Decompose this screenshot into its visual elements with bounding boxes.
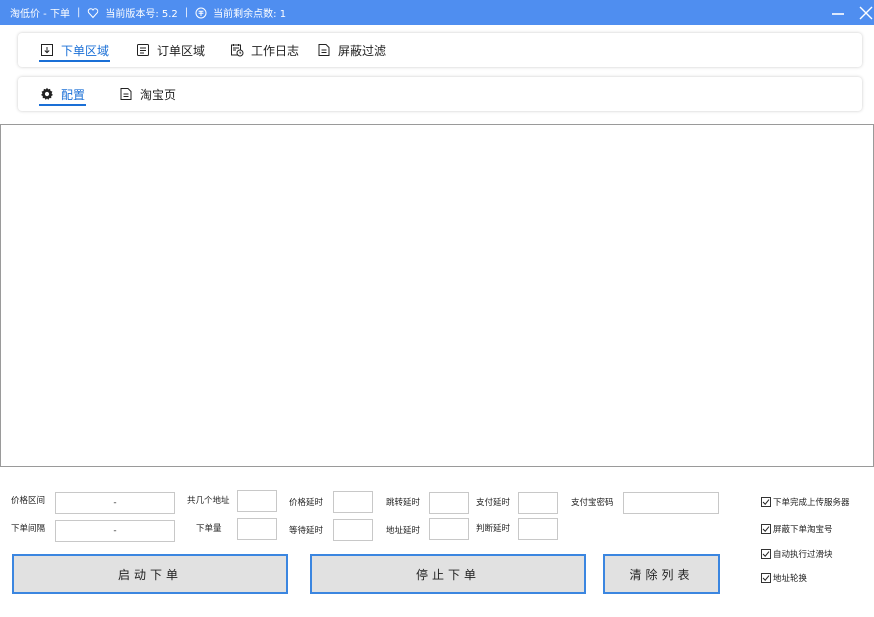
- wait-delay-input[interactable]: [333, 519, 373, 541]
- checkbox-box[interactable]: [761, 497, 771, 507]
- tab-label: 淘宝页: [140, 87, 177, 102]
- checkbox-label: 地址轮换: [773, 574, 808, 584]
- price-delay-label: 价格延时: [289, 498, 324, 508]
- address-rotation-checkbox[interactable]: 地址轮换: [761, 572, 807, 584]
- check-icon: [762, 575, 770, 581]
- address-count-label: 共几个地址: [187, 496, 230, 506]
- check-icon: [762, 551, 770, 557]
- order-interval-label: 下单间隔: [11, 524, 46, 534]
- wait-delay-label: 等待延时: [289, 526, 324, 536]
- download-file-icon: [40, 43, 54, 57]
- tab-taobao-page[interactable]: 淘宝页: [119, 77, 176, 111]
- gear-icon: [40, 87, 54, 101]
- main-nav: 下单区域 订单区域 工作日志 屏蔽过滤: [18, 33, 862, 67]
- checkbox-box[interactable]: [761, 549, 771, 559]
- upload-server-checkbox[interactable]: 下单完成上传服务器: [761, 496, 850, 508]
- stop-order-button[interactable]: 停止下单: [310, 554, 586, 594]
- order-log-list[interactable]: [0, 124, 874, 467]
- address-delay-label: 地址延时: [386, 526, 421, 536]
- jump-delay-input[interactable]: [429, 492, 469, 514]
- judge-delay-input[interactable]: [518, 518, 558, 540]
- order-qty-label: 下单量: [196, 524, 222, 534]
- jump-delay-label: 跳转延时: [386, 498, 421, 508]
- close-icon: [859, 6, 873, 19]
- tab-label: 屏蔽过滤: [338, 43, 387, 58]
- block-taobao-account-checkbox[interactable]: 屏蔽下单淘宝号: [761, 523, 833, 535]
- pay-delay-input[interactable]: [518, 492, 558, 514]
- document-icon: [317, 43, 331, 57]
- title-bar: 淘低价 - 下单 | 当前版本号: 5.2 | 当前剩余点数: 1: [0, 0, 874, 25]
- sub-nav: 配置 淘宝页: [18, 77, 862, 111]
- title-separator: |: [76, 7, 81, 18]
- tab-work-log[interactable]: 工作日志: [230, 33, 299, 67]
- heart-icon: [87, 7, 99, 19]
- app-window: 淘低价 - 下单 | 当前版本号: 5.2 | 当前剩余点数: 1 下单区域 订…: [0, 0, 874, 617]
- order-qty-input[interactable]: [237, 518, 277, 540]
- checkbox-label: 自动执行过滑块: [773, 550, 833, 560]
- app-title: 淘低价 - 下单: [10, 9, 70, 20]
- points-label: 当前剩余点数: 1: [213, 9, 287, 20]
- check-icon: [762, 526, 770, 532]
- address-delay-input[interactable]: [429, 518, 469, 540]
- price-range-input[interactable]: -: [55, 492, 175, 514]
- minimize-button[interactable]: [826, 0, 850, 25]
- price-delay-input[interactable]: [333, 491, 373, 513]
- alipay-password-label: 支付宝密码: [571, 498, 614, 508]
- start-order-button[interactable]: 启动下单: [12, 554, 288, 594]
- judge-delay-label: 判断延时: [476, 524, 511, 534]
- tab-label: 订单区域: [157, 43, 206, 58]
- tab-label: 工作日志: [251, 43, 300, 58]
- close-button[interactable]: [854, 0, 874, 25]
- check-icon: [762, 499, 770, 505]
- title-separator-2: |: [184, 7, 189, 18]
- tab-orders[interactable]: 订单区域: [136, 33, 205, 67]
- checkbox-label: 屏蔽下单淘宝号: [773, 525, 833, 535]
- auto-slider-checkbox[interactable]: 自动执行过滑块: [761, 548, 833, 560]
- price-range-label: 价格区间: [11, 496, 46, 506]
- checkbox-box[interactable]: [761, 524, 771, 534]
- document-list-icon: [136, 43, 150, 57]
- order-interval-input[interactable]: -: [55, 520, 175, 542]
- tab-label: 配置: [61, 87, 86, 102]
- tab-config[interactable]: 配置: [38, 77, 87, 111]
- checkbox-box[interactable]: [761, 573, 771, 583]
- coin-icon: [195, 7, 207, 19]
- clear-list-button[interactable]: 清除列表: [603, 554, 720, 594]
- minimize-icon: [832, 12, 844, 15]
- calendar-clock-icon: [230, 43, 244, 57]
- pay-delay-label: 支付延时: [476, 498, 511, 508]
- document-icon: [119, 87, 133, 101]
- version-label: 当前版本号: 5.2: [105, 9, 178, 20]
- tab-order-area[interactable]: 下单区域: [38, 33, 111, 67]
- title-group: 淘低价 - 下单 | 当前版本号: 5.2 | 当前剩余点数: 1: [10, 5, 286, 20]
- address-count-input[interactable]: [237, 490, 277, 512]
- tab-label: 下单区域: [61, 43, 110, 58]
- alipay-password-input[interactable]: [623, 492, 719, 514]
- checkbox-label: 下单完成上传服务器: [773, 498, 850, 508]
- tab-block-filter[interactable]: 屏蔽过滤: [317, 33, 386, 67]
